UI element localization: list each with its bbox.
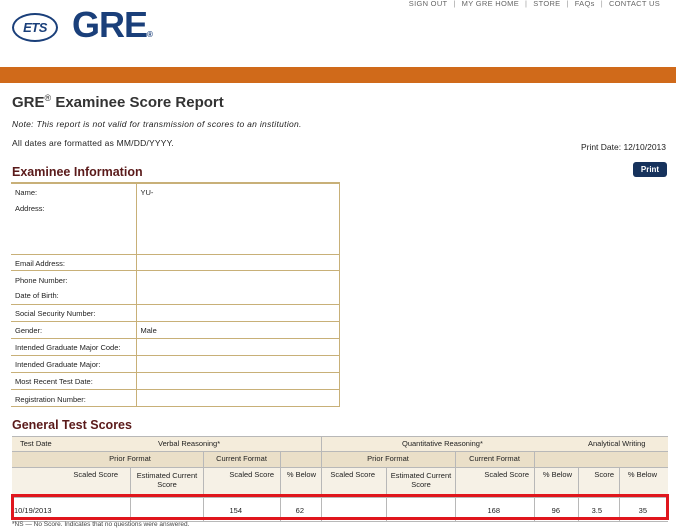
gre-logo: GRE® bbox=[72, 4, 153, 45]
row-test-date: 10/19/2013 bbox=[14, 506, 52, 515]
date-format-note: All dates are formatted as MM/DD/YYYY. bbox=[12, 138, 174, 148]
name-value: YU- bbox=[135, 183, 340, 198]
email-value bbox=[135, 254, 340, 270]
row-verbal-pct-below: 62 bbox=[295, 506, 304, 515]
phone-label: Phone Number: bbox=[15, 275, 68, 285]
general-test-scores-heading: General Test Scores bbox=[12, 418, 132, 432]
examinee-info-table: Name: YU- Address: Email Address: Phone N… bbox=[11, 182, 340, 407]
scores-header-row-1: Test Date Verbal Reasoning* Quantitative… bbox=[12, 436, 668, 452]
nav-my-gre-home[interactable]: MY GRE HOME bbox=[456, 0, 525, 8]
ssn-value bbox=[135, 304, 340, 321]
row-verbal-current-scaled: 154 bbox=[229, 506, 242, 515]
header-bar bbox=[0, 67, 676, 83]
verbal-prior-estimated-header: Estimated Current Score bbox=[136, 471, 198, 489]
recent-test-date-label: Most Recent Test Date: bbox=[15, 376, 93, 386]
verbal-header: Verbal Reasoning* bbox=[158, 439, 221, 448]
gender-label: Gender: bbox=[15, 325, 43, 335]
email-label: Email Address: bbox=[15, 258, 66, 268]
address-label: Address: bbox=[15, 204, 45, 213]
major-code-value bbox=[135, 338, 340, 355]
phone-value bbox=[135, 270, 340, 287]
verbal-prior-scaled-header: Scaled Score bbox=[73, 470, 118, 479]
verbal-current-scaled-header: Scaled Score bbox=[229, 470, 274, 479]
examinee-info-heading: Examinee Information bbox=[12, 165, 143, 179]
name-label: Name: bbox=[15, 188, 38, 197]
test-date-header: Test Date bbox=[20, 439, 52, 448]
row-writing-pct-below: 35 bbox=[638, 506, 647, 515]
page-title: GRE® Examinee Score Report bbox=[12, 93, 224, 111]
ets-logo: ETS bbox=[12, 13, 58, 42]
nav-contact-us[interactable]: CONTACT US bbox=[603, 0, 666, 8]
row-quant-pct-below: 96 bbox=[551, 506, 560, 515]
quant-current-scaled-header: Scaled Score bbox=[484, 470, 529, 479]
table-row: 10/19/2013 154 62 168 96 3.5 35 bbox=[12, 498, 668, 522]
nav-sign-out[interactable]: SIGN OUT bbox=[403, 0, 454, 8]
quant-prior-format-header: Prior Format bbox=[367, 454, 409, 463]
writing-header: Analytical Writing bbox=[588, 439, 646, 448]
quant-pct-below-header: % Below bbox=[542, 470, 572, 479]
registration-number-label: Registration Number: bbox=[15, 394, 86, 404]
quant-prior-estimated-header: Estimated Current Score bbox=[390, 471, 452, 489]
scores-header-row-3: Scaled Score Estimated Current Score Sca… bbox=[12, 468, 668, 498]
writing-score-header: Score bbox=[594, 470, 614, 479]
transmission-note: Note: This report is not valid for trans… bbox=[12, 119, 302, 129]
row-writing-score: 3.5 bbox=[591, 506, 602, 515]
nav-faqs[interactable]: FAQs bbox=[569, 0, 601, 8]
row-quant-current-scaled: 168 bbox=[487, 506, 500, 515]
major-code-label: Intended Graduate Major Code: bbox=[15, 342, 121, 352]
address-value bbox=[135, 198, 340, 254]
scores-header-row-2: Prior Format Current Format Prior Format… bbox=[12, 452, 668, 468]
dob-label: Date of Birth: bbox=[15, 291, 59, 300]
general-test-scores-table: Test Date Verbal Reasoning* Quantitative… bbox=[12, 436, 668, 522]
quant-header: Quantitative Reasoning* bbox=[402, 439, 483, 448]
footnote: *NS — No Score. Indicates that no questi… bbox=[12, 521, 190, 528]
verbal-current-format-header: Current Format bbox=[216, 454, 267, 463]
quant-current-format-header: Current Format bbox=[469, 454, 520, 463]
nav-store[interactable]: STORE bbox=[527, 0, 566, 8]
ssn-label: Social Security Number: bbox=[15, 308, 96, 318]
quant-prior-scaled-header: Scaled Score bbox=[330, 470, 375, 479]
major-value bbox=[135, 355, 340, 372]
gender-value: Male bbox=[135, 321, 340, 338]
top-nav: SIGN OUT | MY GRE HOME | STORE | FAQs | CONT… bbox=[403, 0, 666, 8]
print-button[interactable]: Print bbox=[633, 162, 667, 177]
dob-value bbox=[135, 287, 340, 304]
verbal-pct-below-header: % Below bbox=[286, 470, 316, 479]
registration-number-value bbox=[135, 389, 340, 406]
writing-pct-below-header: % Below bbox=[627, 470, 657, 479]
recent-test-date-value bbox=[135, 372, 340, 389]
print-date: Print Date: 12/10/2013 bbox=[580, 142, 666, 152]
verbal-prior-format-header: Prior Format bbox=[109, 454, 151, 463]
major-label: Intended Graduate Major: bbox=[15, 359, 101, 369]
